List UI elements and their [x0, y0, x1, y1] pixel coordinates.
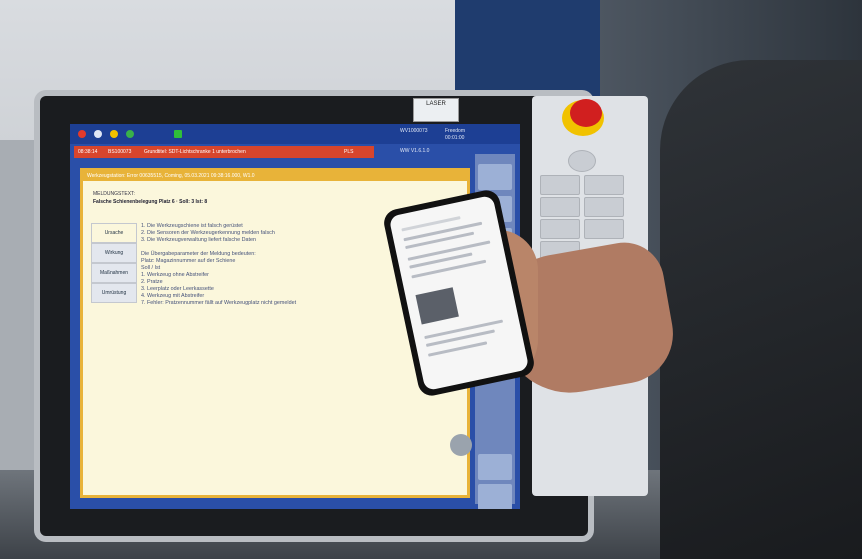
error-bar[interactable]: 08:38:14 BS100073 Grundtitel: SDT-Lichts…	[74, 146, 374, 158]
info-button[interactable]	[568, 150, 596, 172]
panel-button-2[interactable]	[540, 197, 580, 217]
confirm-button[interactable]	[450, 434, 472, 456]
person-shirt	[660, 60, 862, 559]
panel-button-1[interactable]	[540, 175, 580, 195]
phone-photo	[415, 287, 459, 325]
status-ok-icon[interactable]	[126, 130, 134, 138]
zoom-in-button[interactable]	[584, 175, 624, 195]
softkey-bottom[interactable]	[478, 484, 512, 509]
softkey-eye[interactable]	[478, 454, 512, 480]
error-message: Grundtitel: SDT-Lichtschranke 1 unterbro…	[144, 149, 246, 155]
machine-state-icon[interactable]	[174, 130, 182, 138]
screen-top-bar: WV1000073 Freedom 00:01:00	[70, 124, 520, 144]
background-blue-cabinet	[455, 0, 615, 110]
top-info-id: WV1000073	[400, 128, 428, 134]
panel-button-4[interactable]	[584, 219, 624, 239]
dialog-subheader: Falsche Schienenbelegung Platz 6 · Soll:…	[93, 199, 208, 205]
warning-icon[interactable]	[110, 130, 118, 138]
error-time: 08:38:14	[78, 149, 98, 155]
softkey-1[interactable]	[478, 164, 512, 190]
tools-icon[interactable]	[94, 130, 102, 138]
top-info-time: 00:01:00	[445, 135, 465, 141]
alarm-icon[interactable]	[78, 130, 86, 138]
panel-button-3[interactable]	[540, 219, 580, 239]
laser-badge-label: LASER	[426, 101, 446, 107]
tab-wirkung[interactable]: Wirkung	[91, 243, 137, 263]
tab-umruestung[interactable]: Umrüstung	[91, 283, 137, 303]
dialog-title: Werkzeugstation: Error 00635515, Coming,…	[83, 171, 467, 181]
error-source: PLS	[344, 149, 354, 155]
tab-ursache[interactable]: Ursache	[91, 223, 137, 243]
emergency-stop-button[interactable]	[570, 99, 602, 127]
dialog-header: MELDUNGSTEXT:	[93, 191, 135, 197]
top-info-mode: Freedom	[445, 128, 466, 134]
zoom-out-button[interactable]	[584, 197, 624, 217]
error-code: BS100073	[108, 149, 132, 155]
software-version: WW V1.6.1.0	[400, 148, 430, 154]
laser-badge: LASER	[413, 98, 459, 122]
tab-massnahmen[interactable]: Maßnahmen	[91, 263, 137, 283]
photo-scene: WV1000073 Freedom 00:01:00 08:38:14 BS10…	[0, 0, 862, 559]
